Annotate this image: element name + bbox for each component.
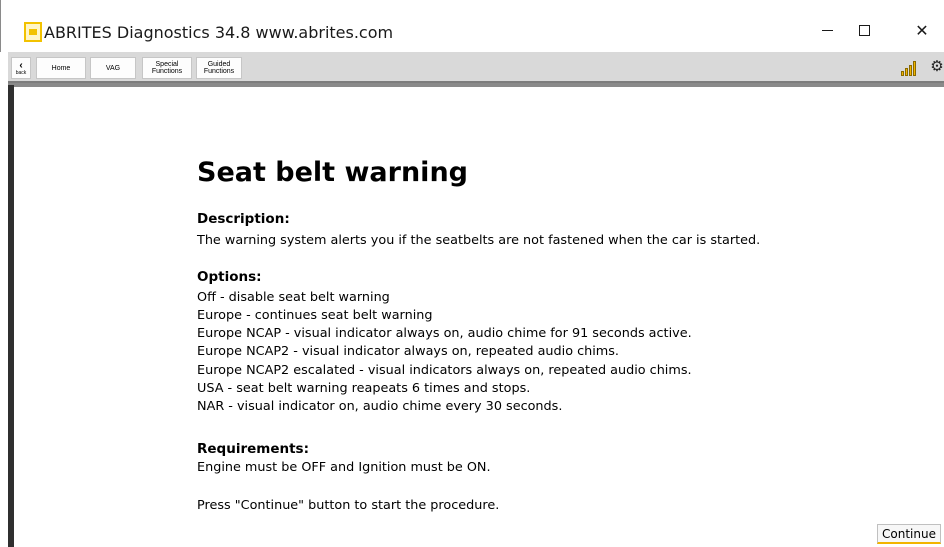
- title-bar: ABRITES Diagnostics 34.8 www.abrites.com…: [0, 0, 944, 52]
- requirements-text: Engine must be OFF and Ignition must be …: [197, 460, 491, 475]
- option-item: Off - disable seat belt warning: [197, 290, 390, 305]
- option-item: Europe - continues seat belt warning: [197, 308, 433, 323]
- window-title: ABRITES Diagnostics 34.8 www.abrites.com: [44, 23, 394, 42]
- back-label: back: [15, 69, 27, 76]
- guided-label-line1: Guided: [207, 61, 231, 68]
- back-button[interactable]: ‹ back: [11, 57, 31, 79]
- content-area: Seat belt warning Description: The warni…: [14, 87, 944, 547]
- maximize-icon: [858, 24, 870, 36]
- description-text: The warning system alerts you if the sea…: [197, 233, 761, 248]
- continue-button[interactable]: Continue: [877, 524, 941, 544]
- guided-label-line2: Functions: [203, 68, 235, 75]
- toolbar: ‹ back Home VAG Special Functions Guided…: [8, 52, 944, 83]
- page-title: Seat belt warning: [197, 157, 468, 188]
- option-item: NAR - visual indicator on, audio chime e…: [197, 399, 563, 414]
- home-button[interactable]: Home: [36, 57, 86, 79]
- description-heading: Description:: [197, 211, 290, 227]
- back-arrow-icon: ‹: [19, 59, 23, 71]
- instruction-text: Press "Continue" button to start the pro…: [197, 498, 500, 513]
- options-heading: Options:: [197, 269, 262, 285]
- home-label: Home: [51, 64, 71, 72]
- signal-strength-icon[interactable]: [901, 58, 919, 76]
- special-functions-button[interactable]: Special Functions: [142, 57, 192, 79]
- maximize-button[interactable]: [841, 12, 887, 48]
- special-label-line2: Functions: [151, 68, 183, 75]
- close-button[interactable]: ✕: [899, 12, 944, 48]
- guided-functions-button[interactable]: Guided Functions: [196, 57, 242, 79]
- option-item: Europe NCAP - visual indicator always on…: [197, 326, 692, 341]
- vag-button[interactable]: VAG: [90, 57, 136, 79]
- requirements-heading: Requirements:: [197, 441, 309, 457]
- option-item: Europe NCAP2 - visual indicator always o…: [197, 344, 620, 359]
- vag-label: VAG: [105, 64, 121, 72]
- close-icon: ✕: [915, 20, 929, 40]
- minimize-icon: [821, 29, 833, 31]
- abrites-logo-icon: [24, 22, 42, 42]
- option-item: Europe NCAP2 escalated - visual indicato…: [197, 363, 692, 378]
- special-label-line1: Special: [155, 61, 179, 68]
- gear-icon[interactable]: ⚙: [929, 58, 944, 74]
- option-item: USA - seat belt warning reapeats 6 times…: [197, 381, 531, 396]
